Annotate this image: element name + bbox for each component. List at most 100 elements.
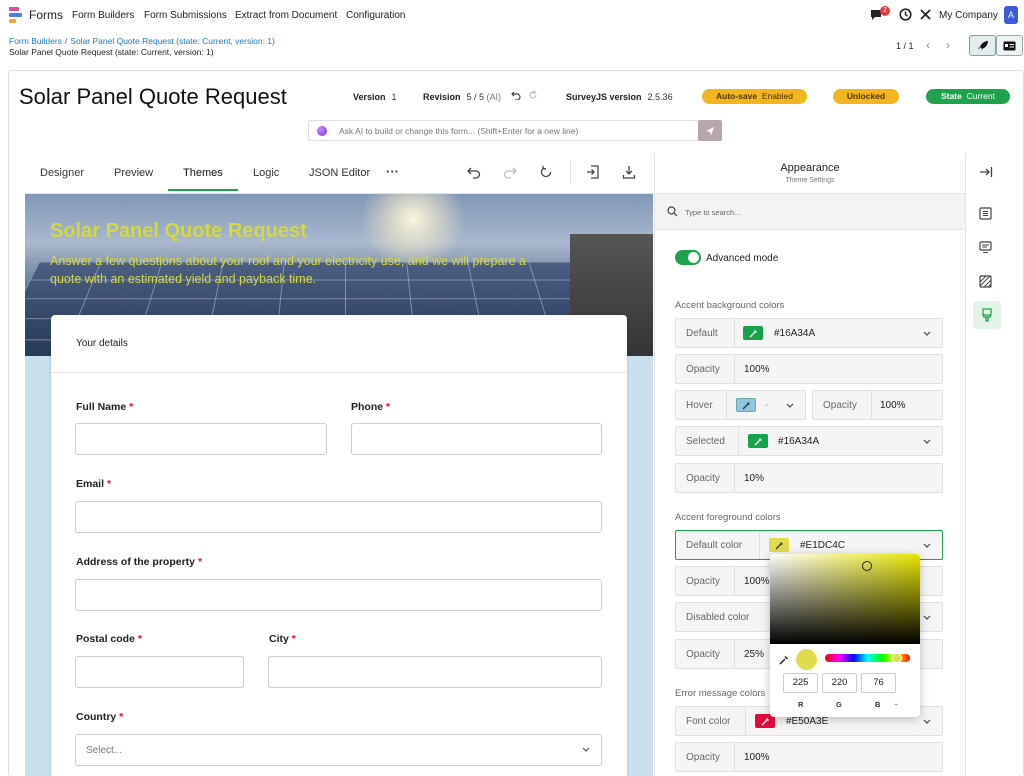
next-page-button[interactable]: › <box>939 36 957 54</box>
revision-value: 5 / 5 <box>466 92 485 102</box>
accent-bg-hover-row[interactable]: Hover - <box>675 390 806 420</box>
nav-configuration[interactable]: Configuration <box>346 10 405 21</box>
nav-extract-from-document[interactable]: Extract from Document <box>235 10 337 21</box>
full-name-input[interactable] <box>75 423 327 455</box>
tools-icon[interactable] <box>919 8 932 21</box>
address-input[interactable] <box>75 579 602 611</box>
undo-revision-icon[interactable] <box>511 90 521 100</box>
panel-search[interactable]: Type to search... <box>655 193 965 230</box>
email-input[interactable] <box>75 501 602 533</box>
accent-fg-opacity-value: 100% <box>744 576 770 587</box>
accent-bg-hover-opacity-row[interactable]: Opacity 100% <box>812 390 943 420</box>
background-settings-icon[interactable] <box>979 275 992 288</box>
state-badge: State Current <box>926 89 1010 104</box>
eyedropper-icon[interactable] <box>743 326 763 340</box>
version-info: Version 1 <box>353 92 397 102</box>
lock-badge[interactable]: Unlocked <box>833 89 899 104</box>
tab-designer[interactable]: Designer <box>40 167 84 179</box>
blue-channel-input[interactable]: 76 <box>861 673 896 693</box>
country-select[interactable]: Select... <box>75 734 602 766</box>
right-sidebar-toolbar <box>965 153 1007 776</box>
surveyjs-value: 2.5.36 <box>647 92 673 102</box>
surveyjs-label: SurveyJS version <box>566 92 642 102</box>
active-tab-indicator <box>168 189 238 191</box>
nav-form-submissions[interactable]: Form Submissions <box>144 10 227 21</box>
accent-bg-selected-opacity-label: Opacity <box>686 473 720 484</box>
field-label-full-name: Full Name * <box>76 401 134 413</box>
redo-icon[interactable] <box>503 165 517 179</box>
clock-icon[interactable] <box>899 8 912 21</box>
avatar[interactable]: A <box>1004 6 1018 24</box>
undo-icon[interactable] <box>467 165 481 179</box>
accent-bg-selected-row[interactable]: Selected #16A34A <box>675 426 943 456</box>
nav-form-builders[interactable]: Form Builders <box>72 10 134 21</box>
accent-bg-default-row[interactable]: Default #16A34A <box>675 318 943 348</box>
error-font-color-label: Font color <box>686 716 731 727</box>
accent-bg-default-label: Default <box>686 328 718 339</box>
state-label: State <box>941 91 962 101</box>
saturation-value-area[interactable] <box>770 554 920 644</box>
general-settings-icon[interactable] <box>979 207 992 220</box>
appearance-settings-icon[interactable] <box>973 301 1001 329</box>
row-divider <box>734 464 735 492</box>
tab-json-editor[interactable]: JSON Editor <box>309 167 370 179</box>
collapse-panel-icon[interactable] <box>979 166 993 178</box>
ai-send-button[interactable] <box>698 120 722 141</box>
eyedropper-icon[interactable] <box>769 538 789 552</box>
color-picker-popup: 225 220 76 R G B ÷ <box>770 554 920 717</box>
ai-prompt-input[interactable]: Ask AI to build or change this form... (… <box>308 120 700 141</box>
form-title: Solar Panel Quote Request <box>19 84 287 109</box>
eyedropper-icon[interactable] <box>779 655 789 665</box>
ai-prompt-placeholder: Ask AI to build or change this form... (… <box>339 126 579 136</box>
eyedropper-icon[interactable] <box>736 398 756 412</box>
accent-bg-hover-value: - <box>765 400 769 411</box>
autosave-badge[interactable]: Auto-save Enabled <box>702 89 807 104</box>
green-channel-label: G <box>836 700 842 709</box>
revision-ai: (AI) <box>486 92 502 102</box>
postal-code-input[interactable] <box>75 656 244 688</box>
tab-preview[interactable]: Preview <box>114 167 153 179</box>
tab-themes[interactable]: Themes <box>183 167 223 179</box>
accent-bg-selected-opacity-row[interactable]: Opacity 10% <box>675 463 943 493</box>
hue-slider[interactable] <box>825 653 910 663</box>
eyedropper-icon[interactable] <box>748 434 768 448</box>
hue-slider-thumb[interactable] <box>892 653 902 663</box>
more-tabs-button[interactable]: ··· <box>386 164 399 179</box>
brand-name[interactable]: Forms <box>29 8 63 22</box>
import-icon[interactable] <box>586 165 600 179</box>
reset-icon[interactable] <box>539 165 553 179</box>
accent-bg-opacity-label: Opacity <box>686 364 720 375</box>
accent-bg-opacity-row[interactable]: Opacity 100% <box>675 354 943 384</box>
green-channel-input[interactable]: 220 <box>822 673 857 693</box>
row-divider <box>734 567 735 595</box>
id-card-toggle-button[interactable] <box>996 35 1023 56</box>
accent-bg-selected-value: #16A34A <box>778 436 820 447</box>
breadcrumb-root[interactable]: Form Builders <box>9 36 62 46</box>
row-divider <box>745 707 746 735</box>
forms-logo-icon[interactable] <box>9 7 24 23</box>
accent-bg-hover-label: Hover <box>686 400 713 411</box>
accent-fg-disabled-opacity-value: 25% <box>744 649 765 660</box>
accent-fg-disabled-label: Disabled color <box>686 612 750 623</box>
company-name[interactable]: My Company <box>939 10 998 21</box>
phone-input[interactable] <box>351 423 602 455</box>
red-channel-input[interactable]: 225 <box>783 673 818 693</box>
advanced-mode-label: Advanced mode <box>706 253 779 264</box>
error-opacity-row[interactable]: Opacity 100% <box>675 742 943 772</box>
version-label: Version <box>353 92 386 102</box>
channel-mode-toggle[interactable]: ÷ <box>894 700 898 709</box>
advanced-mode-toggle[interactable] <box>675 250 701 265</box>
download-icon[interactable] <box>622 165 636 179</box>
tab-logic[interactable]: Logic <box>253 167 279 179</box>
city-input[interactable] <box>268 656 602 688</box>
prev-page-button[interactable]: ‹ <box>919 36 937 54</box>
field-label-country: Country * <box>76 711 124 723</box>
breadcrumb-current[interactable]: Solar Panel Quote Request (state: Curren… <box>70 36 275 46</box>
rocket-toggle-button[interactable] <box>969 35 996 56</box>
error-colors-heading: Error message colors <box>675 688 766 699</box>
header-settings-icon[interactable] <box>979 241 992 254</box>
saturation-knob[interactable] <box>862 561 872 571</box>
breadcrumb: Form Builders / Solar Panel Quote Request … <box>9 36 275 58</box>
redo-revision-icon[interactable] <box>528 90 538 100</box>
accent-fg-disabled-opacity-label: Opacity <box>686 649 720 660</box>
